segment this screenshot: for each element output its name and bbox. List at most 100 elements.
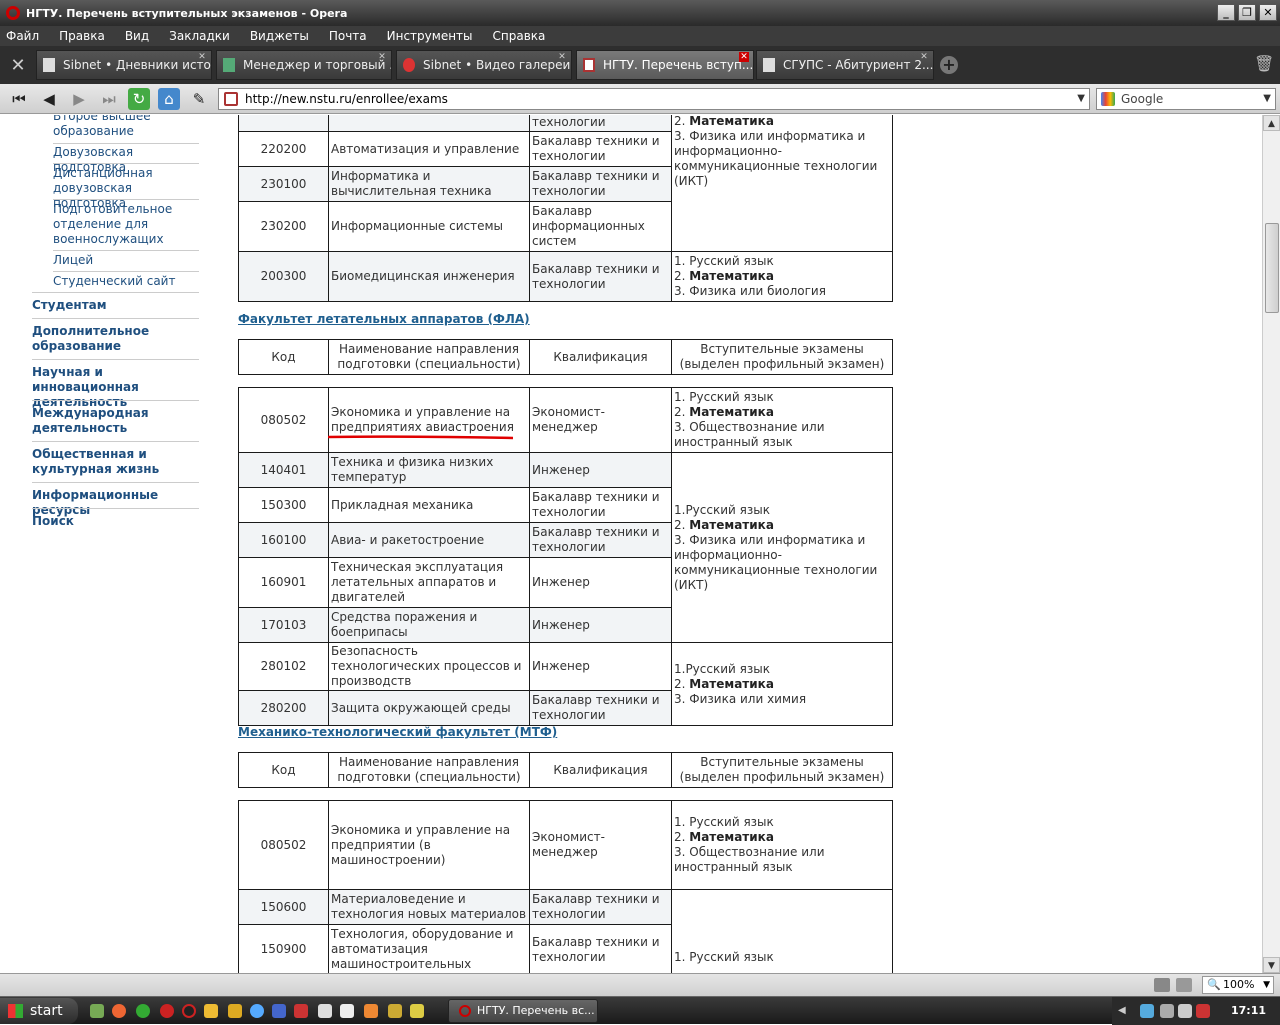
minimize-button[interactable]: _: [1217, 4, 1235, 21]
tab-sibnet-diaries[interactable]: Sibnet • Дневники исто... ✕: [36, 50, 212, 80]
sidebar-link-social-life[interactable]: Общественная и культурная жизнь: [32, 447, 204, 477]
divider: [32, 359, 199, 360]
tab-close-icon[interactable]: ✕: [377, 52, 387, 62]
tab-manager[interactable]: Менеджер и торговый ... ✕: [216, 50, 392, 80]
scroll-thumb[interactable]: [1265, 223, 1279, 313]
sidebar-link-second-degree[interactable]: Второе высшее образование: [53, 115, 203, 139]
network-icon[interactable]: [1140, 1004, 1154, 1018]
address-field[interactable]: http://new.nstu.ru/enrollee/exams ▼: [218, 88, 1090, 110]
vertical-scrollbar[interactable]: ▲ ▼: [1262, 115, 1280, 973]
back-icon[interactable]: ◀: [38, 88, 60, 110]
tab-label: Менеджер и торговый ...: [243, 58, 392, 72]
page-icon: [763, 58, 775, 72]
sidebar-link-search[interactable]: Поиск: [32, 514, 202, 529]
opera-quicklaunch-icon[interactable]: [160, 1004, 174, 1018]
close-button[interactable]: ✕: [1259, 4, 1277, 21]
quicklaunch-icon[interactable]: [388, 1004, 402, 1018]
tray-arrow-icon[interactable]: ◀: [1118, 1005, 1128, 1017]
menu-file[interactable]: Файл: [6, 29, 39, 43]
sidebar-link-student-site[interactable]: Студенческий сайт: [53, 274, 203, 289]
edit-icon[interactable]: ✎: [188, 88, 210, 110]
menu-widgets[interactable]: Виджеты: [250, 29, 309, 43]
chevron-down-icon[interactable]: ▼: [1263, 977, 1270, 993]
quicklaunch-icon[interactable]: [136, 1004, 150, 1018]
sidebar-link-military-prep[interactable]: Подготовительное отделение для военнослу…: [53, 202, 203, 247]
home-icon[interactable]: ⌂: [158, 88, 180, 110]
panel-tools-icon[interactable]: ✕: [4, 52, 32, 80]
mtf-table: 080502 Экономика и управление на предпри…: [238, 800, 893, 973]
section-title-fla[interactable]: Факультет летательных аппаратов (ФЛА): [238, 312, 530, 326]
name-cell: Информационные системы: [328, 201, 530, 252]
header-exams: Вступительные экзамены (выделен профильн…: [671, 752, 893, 788]
quicklaunch-icon[interactable]: [318, 1004, 332, 1018]
qual-cell: Инженер: [529, 557, 672, 608]
navigation-toolbar: ⏮ ◀ ▶ ⏭ ↻ ⌂ ✎ http://new.nstu.ru/enrolle…: [0, 84, 1280, 114]
menu-tools[interactable]: Инструменты: [387, 29, 473, 43]
exam-cell: 2. Математика 3. Физика или информатика …: [671, 115, 893, 252]
tab-close-icon[interactable]: ✕: [557, 52, 567, 62]
menu-view[interactable]: Вид: [125, 29, 149, 43]
search-field[interactable]: Google ▼: [1096, 88, 1276, 110]
scroll-up-icon[interactable]: ▲: [1263, 115, 1280, 131]
turbo-icon[interactable]: [1154, 978, 1170, 992]
site-icon: [224, 92, 238, 106]
tab-sgups[interactable]: СГУПС - Абитуриент 2... ✕: [756, 50, 934, 80]
fast-forward-icon[interactable]: ⏭: [98, 88, 120, 110]
menu-mail[interactable]: Почта: [329, 29, 367, 43]
qual-cell: Бакалавр техники и технологии: [529, 522, 672, 558]
tab-close-icon[interactable]: ✕: [197, 52, 207, 62]
table-row: 280102 Безопасность технологических проц…: [238, 642, 893, 726]
tab-close-icon[interactable]: ✕: [919, 52, 929, 62]
zonealarm-icon[interactable]: [1196, 1004, 1210, 1018]
quicklaunch-icon[interactable]: [294, 1004, 308, 1018]
chevron-down-icon[interactable]: ▼: [1263, 89, 1271, 109]
forward-icon[interactable]: ▶: [68, 88, 90, 110]
qual-cell: технологии: [529, 115, 672, 132]
start-button[interactable]: start: [0, 998, 78, 1024]
menu-bookmarks[interactable]: Закладки: [169, 29, 230, 43]
name-cell: Техника и физика низких температур: [328, 452, 530, 488]
sidebar-link-lyceum[interactable]: Лицей: [53, 253, 203, 268]
chevron-down-icon[interactable]: ▼: [1077, 89, 1085, 109]
menu-edit[interactable]: Правка: [59, 29, 105, 43]
trash-icon[interactable]: 🗑: [1254, 54, 1274, 76]
scroll-down-icon[interactable]: ▼: [1263, 957, 1280, 973]
restore-button[interactable]: ❐: [1238, 4, 1256, 21]
tab-label: Sibnet • Видео галереи: [423, 58, 571, 72]
quicklaunch-icon[interactable]: [228, 1004, 242, 1018]
fla-header-table: Код Наименование направления подготовки …: [238, 339, 893, 375]
table-row: 080502 Экономика и управление на предпри…: [238, 800, 893, 890]
folder-icon[interactable]: [204, 1004, 218, 1018]
sidebar-link-students[interactable]: Студентам: [32, 298, 202, 313]
rewind-icon[interactable]: ⏮: [8, 88, 30, 110]
sidebar-link-science[interactable]: Научная и инновационная деятельность: [32, 365, 192, 410]
tab-label: НГТУ. Перечень вступ...: [603, 58, 754, 72]
taskbar-window-button[interactable]: НГТУ. Перечень вс...: [448, 999, 598, 1023]
section-title-mtf[interactable]: Механико-технологический факультет (МТФ): [238, 725, 557, 739]
tab-nstu-exams[interactable]: НГТУ. Перечень вступ... ✕: [576, 50, 754, 80]
tab-sibnet-video[interactable]: Sibnet • Видео галереи ✕: [396, 50, 572, 80]
search-engine-label: Google: [1121, 92, 1164, 106]
quicklaunch-icon[interactable]: [182, 1004, 196, 1018]
volume-icon[interactable]: [1178, 1004, 1192, 1018]
sidebar-link-international[interactable]: Международная деятельность: [32, 406, 157, 436]
quicklaunch-icon[interactable]: [410, 1004, 424, 1018]
windows-taskbar: start НГТУ. Перечень вс... RU ◀ 17:11: [0, 996, 1280, 1025]
quicklaunch-icon[interactable]: [112, 1004, 126, 1018]
quicklaunch-icon[interactable]: [272, 1004, 286, 1018]
quicklaunch-icon[interactable]: [90, 1004, 104, 1018]
quicklaunch-icon[interactable]: [364, 1004, 378, 1018]
media-player-icon[interactable]: [250, 1004, 264, 1018]
tab-close-icon[interactable]: ✕: [739, 52, 749, 62]
qual-cell: Инженер: [529, 452, 672, 488]
image-mode-icon[interactable]: [1176, 978, 1192, 992]
menu-help[interactable]: Справка: [493, 29, 546, 43]
quicklaunch-icon[interactable]: [340, 1004, 354, 1018]
qual-cell: Бакалавр техники и технологии: [529, 487, 672, 523]
new-tab-icon[interactable]: +: [940, 56, 958, 74]
tray-icon[interactable]: [1160, 1004, 1174, 1018]
zoom-control[interactable]: 🔍 100% ▼: [1202, 976, 1274, 994]
sidebar-link-additional-education[interactable]: Дополнительное образование: [32, 324, 152, 354]
tab-label: СГУПС - Абитуриент 2...: [783, 58, 934, 72]
reload-icon[interactable]: ↻: [128, 88, 150, 110]
